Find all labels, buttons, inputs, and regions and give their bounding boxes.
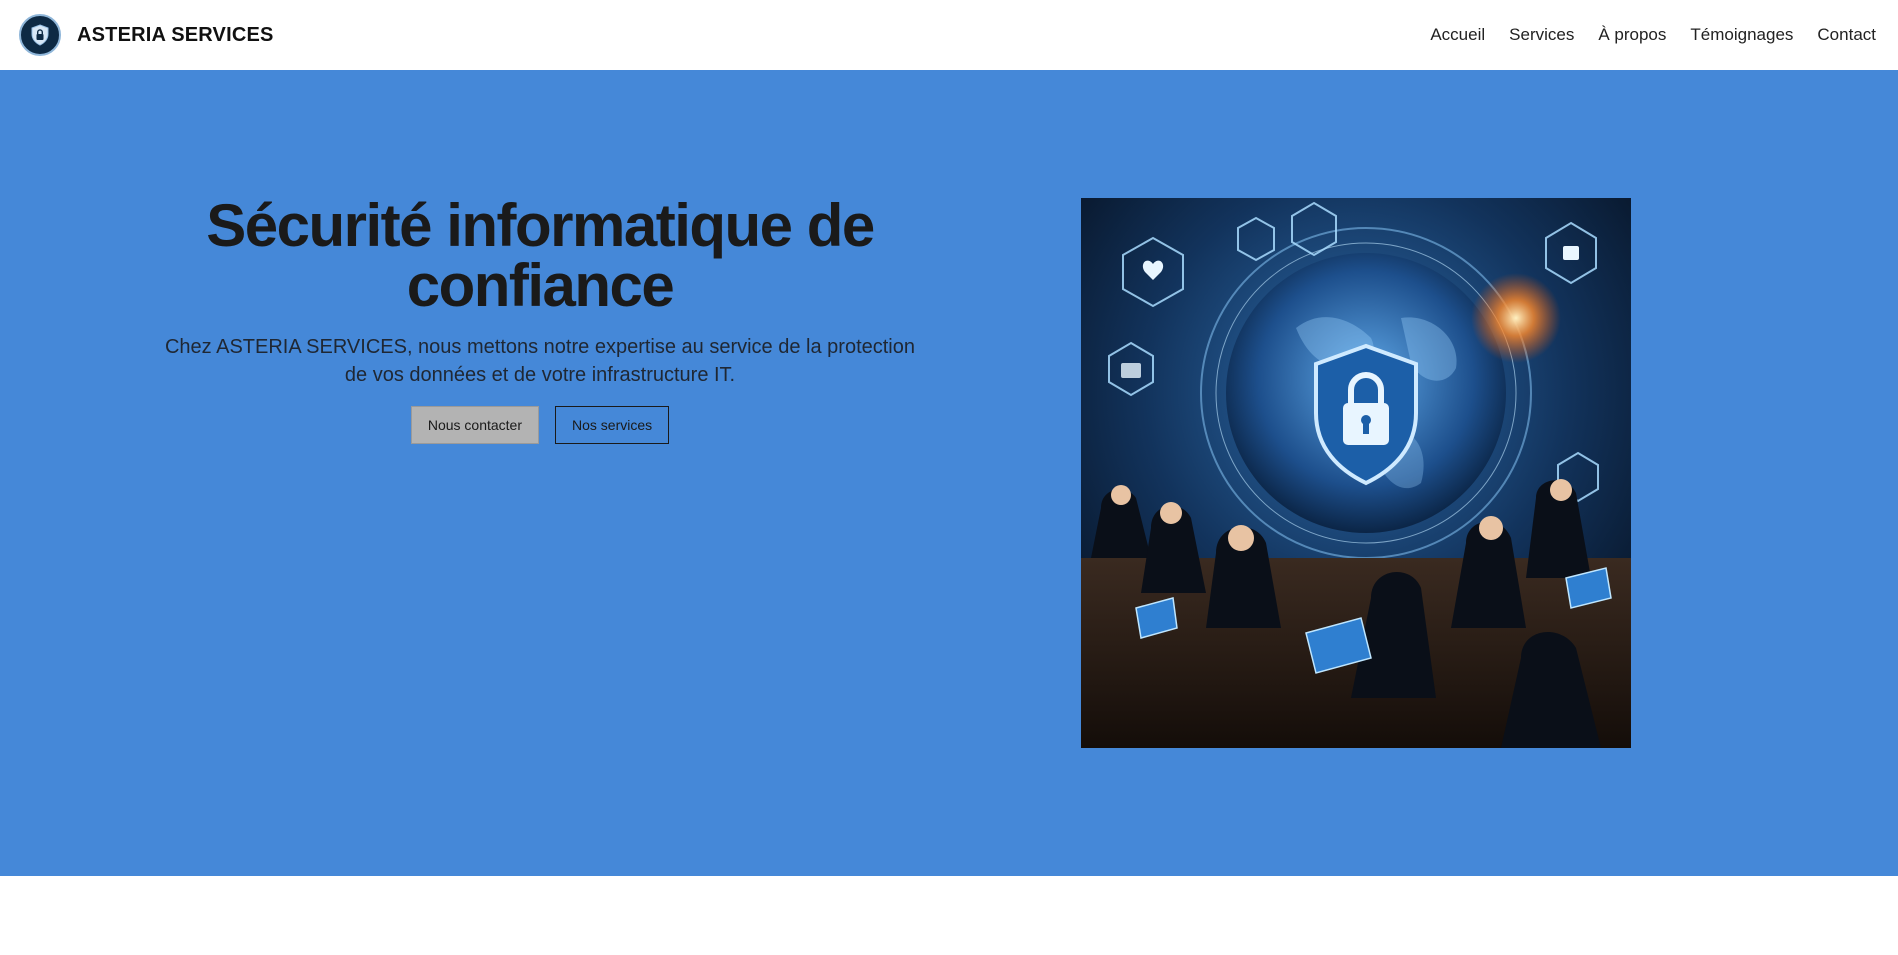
brand[interactable]: ASTERIA SERVICES bbox=[19, 14, 274, 56]
hero-title: Sécurité informatique de confiance bbox=[206, 192, 875, 319]
hero-section: Sécurité informatique de confiance Chez … bbox=[0, 70, 1898, 876]
nav-link-accueil[interactable]: Accueil bbox=[1430, 25, 1485, 45]
shield-lock-logo-icon[interactable] bbox=[19, 14, 61, 56]
hero-subtitle: Chez ASTERIA SERVICES, nous mettons notr… bbox=[164, 336, 915, 386]
nav-link-a-propos[interactable]: À propos bbox=[1598, 25, 1666, 45]
brand-name[interactable]: ASTERIA SERVICES bbox=[77, 24, 274, 47]
cybersecurity-illustration-icon bbox=[1081, 198, 1631, 748]
main-nav: Accueil Services À propos Témoignages Co… bbox=[1430, 25, 1876, 45]
services-button[interactable]: Nos services bbox=[555, 406, 670, 444]
hero-text: Sécurité informatique de confiance Chez … bbox=[160, 196, 920, 444]
nav-link-contact[interactable]: Contact bbox=[1817, 25, 1876, 45]
hero-actions: Nous contacter Nos services bbox=[160, 406, 920, 444]
nav-link-services[interactable]: Services bbox=[1509, 25, 1574, 45]
site-header: ASTERIA SERVICES Accueil Services À prop… bbox=[0, 0, 1898, 70]
contact-button[interactable]: Nous contacter bbox=[410, 406, 540, 444]
nav-link-temoignages[interactable]: Témoignages bbox=[1690, 25, 1793, 45]
